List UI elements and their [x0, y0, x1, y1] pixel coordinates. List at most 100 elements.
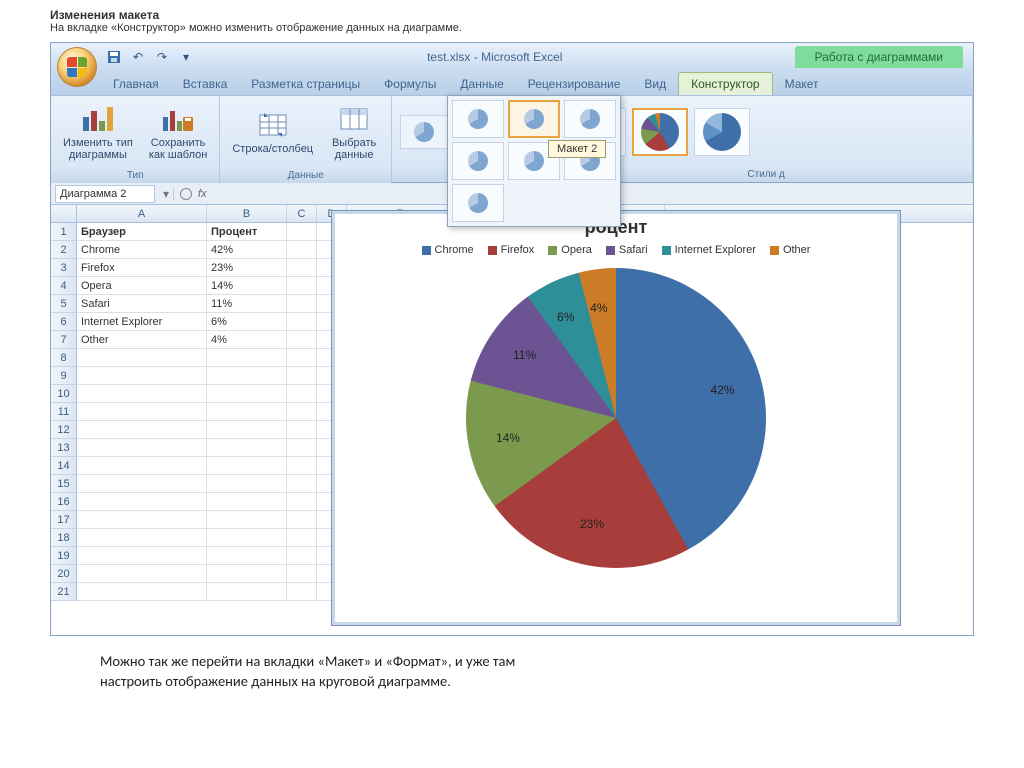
- tab-view[interactable]: Вид: [632, 73, 678, 95]
- cell[interactable]: [287, 583, 317, 601]
- cell[interactable]: [287, 259, 317, 277]
- cell[interactable]: [287, 403, 317, 421]
- layout-thumb[interactable]: [400, 115, 448, 149]
- row-header[interactable]: 3: [51, 259, 77, 277]
- col-header[interactable]: C: [287, 205, 317, 222]
- row-header[interactable]: 9: [51, 367, 77, 385]
- save-template-button[interactable]: Сохранить как шаблон: [143, 98, 214, 166]
- cell[interactable]: Opera: [77, 277, 207, 295]
- cell[interactable]: [77, 493, 207, 511]
- fx-circle-icon[interactable]: [180, 188, 192, 200]
- row-header[interactable]: 4: [51, 277, 77, 295]
- col-header[interactable]: A: [77, 205, 207, 222]
- layout-option[interactable]: [452, 142, 504, 180]
- legend-item[interactable]: Chrome: [422, 244, 474, 256]
- cell[interactable]: [207, 367, 287, 385]
- row-header[interactable]: 1: [51, 223, 77, 241]
- tab-review[interactable]: Рецензирование: [516, 73, 633, 95]
- row-header[interactable]: 13: [51, 439, 77, 457]
- row-header[interactable]: 12: [51, 421, 77, 439]
- cell[interactable]: [207, 421, 287, 439]
- legend-item[interactable]: Firefox: [488, 244, 535, 256]
- layout-option[interactable]: [564, 100, 616, 138]
- tab-formulas[interactable]: Формулы: [372, 73, 448, 95]
- cell[interactable]: [207, 475, 287, 493]
- cell[interactable]: [287, 331, 317, 349]
- cell[interactable]: Процент: [207, 223, 287, 241]
- cell[interactable]: [287, 277, 317, 295]
- row-header[interactable]: 21: [51, 583, 77, 601]
- cell[interactable]: [287, 421, 317, 439]
- row-header[interactable]: 18: [51, 529, 77, 547]
- cell[interactable]: [287, 313, 317, 331]
- save-icon[interactable]: [105, 48, 123, 66]
- cell[interactable]: [207, 403, 287, 421]
- row-header[interactable]: 7: [51, 331, 77, 349]
- cell[interactable]: [77, 421, 207, 439]
- cell[interactable]: [287, 493, 317, 511]
- cell[interactable]: [77, 583, 207, 601]
- row-header[interactable]: 2: [51, 241, 77, 259]
- cell[interactable]: [287, 349, 317, 367]
- redo-icon[interactable]: ↷: [153, 48, 171, 66]
- legend-item[interactable]: Other: [770, 244, 811, 256]
- worksheet-grid[interactable]: A B C D E F G 1БраузерПроцент2Chrome42%3…: [51, 205, 973, 635]
- tab-page-layout[interactable]: Разметка страницы: [239, 73, 372, 95]
- cell[interactable]: [287, 475, 317, 493]
- row-header[interactable]: 6: [51, 313, 77, 331]
- cell[interactable]: [287, 511, 317, 529]
- row-header[interactable]: 11: [51, 403, 77, 421]
- cell[interactable]: 6%: [207, 313, 287, 331]
- style-thumb[interactable]: [632, 108, 688, 156]
- row-header[interactable]: 8: [51, 349, 77, 367]
- cell[interactable]: 23%: [207, 259, 287, 277]
- row-header[interactable]: 19: [51, 547, 77, 565]
- tab-design[interactable]: Конструктор: [678, 72, 772, 95]
- change-chart-type-button[interactable]: Изменить тип диаграммы: [57, 98, 139, 166]
- style-thumb[interactable]: [694, 108, 750, 156]
- chart-legend[interactable]: ChromeFirefoxOperaSafariInternet Explore…: [332, 242, 900, 262]
- row-header[interactable]: 14: [51, 457, 77, 475]
- cell[interactable]: [287, 457, 317, 475]
- legend-item[interactable]: Safari: [606, 244, 648, 256]
- name-box-dropdown-icon[interactable]: ▾: [159, 187, 173, 201]
- cell[interactable]: 14%: [207, 277, 287, 295]
- cell[interactable]: [77, 439, 207, 457]
- cell[interactable]: Браузер: [77, 223, 207, 241]
- cell[interactable]: [207, 529, 287, 547]
- office-button[interactable]: [57, 47, 97, 87]
- cell[interactable]: [77, 367, 207, 385]
- select-data-button[interactable]: Выбрать данные: [323, 98, 385, 166]
- cell[interactable]: [207, 439, 287, 457]
- row-header[interactable]: 15: [51, 475, 77, 493]
- layout-option[interactable]: [452, 100, 504, 138]
- cell[interactable]: [207, 385, 287, 403]
- cell[interactable]: [287, 295, 317, 313]
- cell[interactable]: [77, 475, 207, 493]
- col-header[interactable]: B: [207, 205, 287, 222]
- cell[interactable]: 42%: [207, 241, 287, 259]
- cell[interactable]: [77, 529, 207, 547]
- cell[interactable]: [77, 457, 207, 475]
- cell[interactable]: [287, 565, 317, 583]
- row-header[interactable]: 16: [51, 493, 77, 511]
- cell[interactable]: 4%: [207, 331, 287, 349]
- cell[interactable]: Firefox: [77, 259, 207, 277]
- select-all-corner[interactable]: [51, 205, 77, 222]
- tab-home[interactable]: Главная: [101, 73, 171, 95]
- cell[interactable]: [207, 493, 287, 511]
- cell[interactable]: [287, 529, 317, 547]
- layout-option[interactable]: [508, 100, 560, 138]
- legend-item[interactable]: Internet Explorer: [662, 244, 756, 256]
- row-header[interactable]: 5: [51, 295, 77, 313]
- cell[interactable]: [287, 241, 317, 259]
- fx-label[interactable]: fx: [198, 188, 207, 200]
- name-box[interactable]: Диаграмма 2: [55, 185, 155, 203]
- cell[interactable]: [77, 511, 207, 529]
- cell[interactable]: Safari: [77, 295, 207, 313]
- cell[interactable]: Other: [77, 331, 207, 349]
- undo-icon[interactable]: ↶: [129, 48, 147, 66]
- cell[interactable]: [77, 403, 207, 421]
- cell[interactable]: [287, 547, 317, 565]
- cell[interactable]: [207, 547, 287, 565]
